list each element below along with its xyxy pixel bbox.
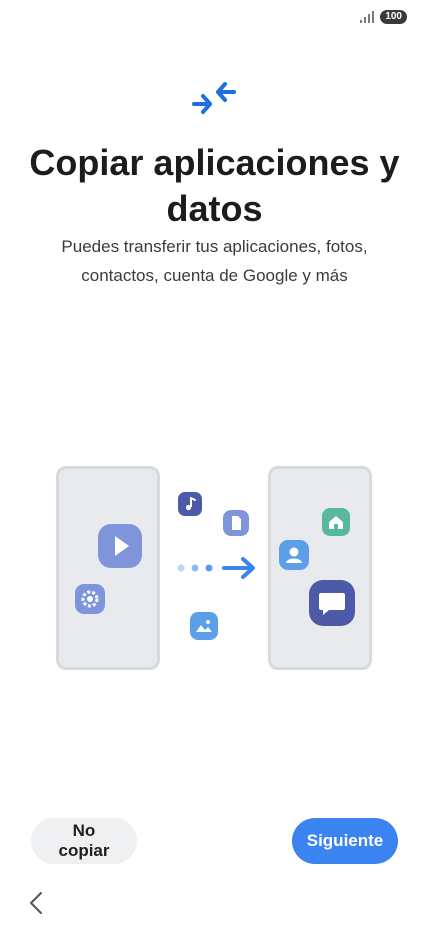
no-copy-button[interactable]: No copiar [31, 818, 137, 864]
battery-indicator: 100 [380, 10, 407, 24]
signal-icon [360, 11, 375, 23]
home-icon [322, 508, 350, 536]
next-button[interactable]: Siguiente [292, 818, 398, 864]
page-subtitle: Puedes transferir tus aplicaciones, foto… [61, 237, 368, 285]
source-phone [56, 466, 160, 670]
gear-icon [75, 584, 105, 614]
chat-bubble-icon [309, 580, 355, 626]
play-icon [98, 524, 142, 568]
image-icon [190, 612, 218, 640]
status-bar: 100 [360, 10, 407, 24]
page-title: Copiar aplicaciones y datos [29, 142, 400, 229]
contact-icon [279, 540, 309, 570]
document-icon [223, 510, 249, 536]
transfer-arrow [177, 557, 255, 579]
transfer-arrows-icon [192, 82, 236, 114]
back-chevron-icon[interactable] [24, 890, 48, 916]
transfer-illustration [52, 460, 378, 678]
music-note-icon [178, 492, 202, 516]
